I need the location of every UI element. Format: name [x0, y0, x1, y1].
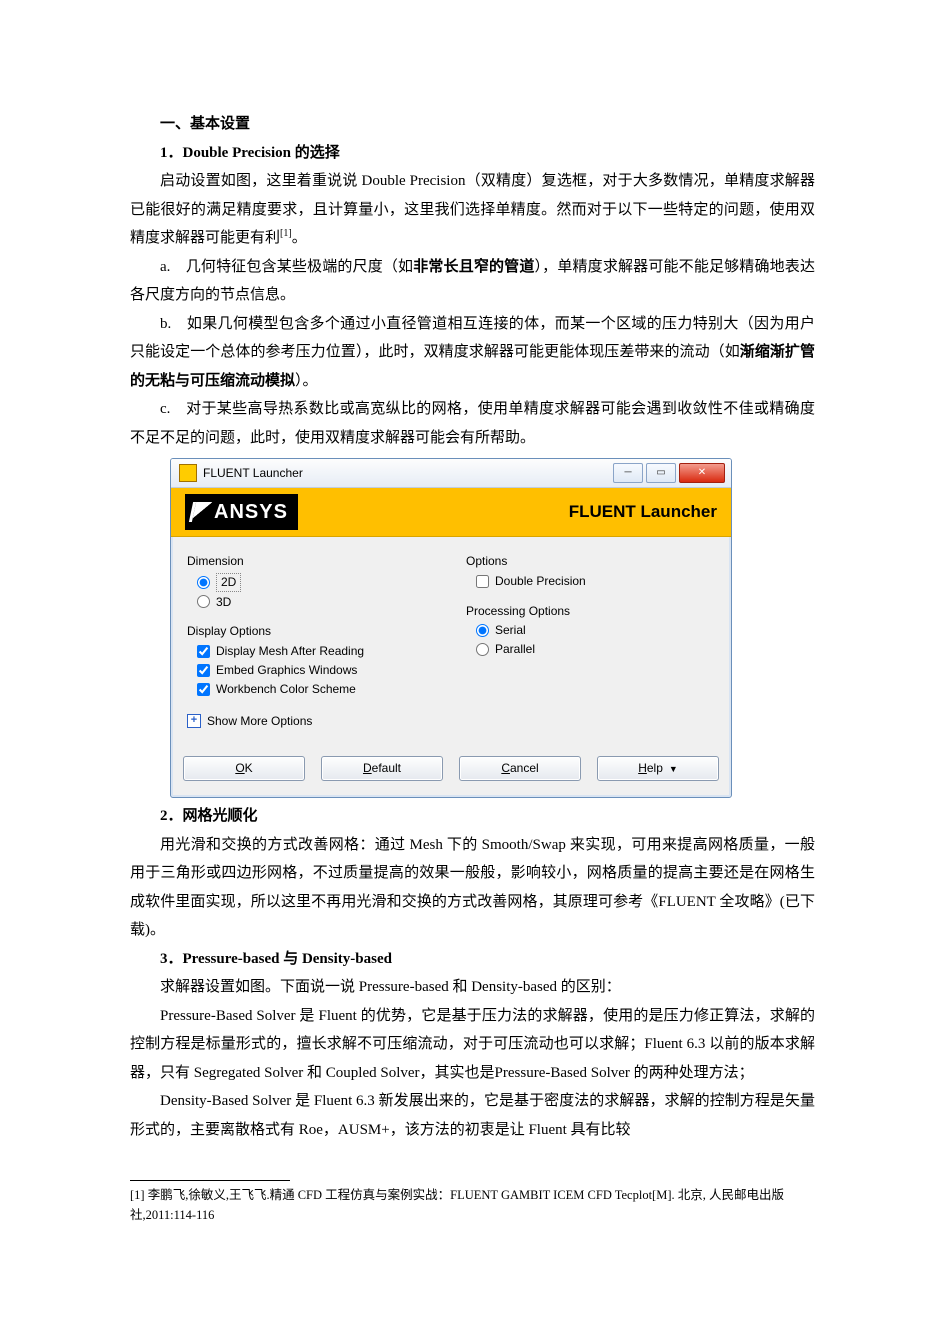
maximize-button[interactable]: ▭ [646, 463, 676, 483]
paragraph-a: a. 几何特征包含某些极端的尺度（如非常长且窄的管道），单精度求解器可能不能足够… [130, 253, 815, 310]
radio-2d[interactable] [197, 576, 210, 589]
checkbox-display-mesh[interactable] [197, 645, 210, 658]
ok-mnemonic: O [235, 761, 244, 775]
radio-2d-label: 2D [216, 573, 241, 592]
text: 。 [292, 230, 307, 246]
checkbox-workbench-color-label: Workbench Color Scheme [216, 681, 356, 698]
default-button[interactable]: Default [321, 756, 443, 781]
text: 启动设置如图，这里着重说说 Double Precision（双精度）复选框，对… [130, 173, 815, 246]
cancel-mnemonic: C [501, 761, 510, 775]
radio-parallel-label: Parallel [495, 641, 535, 658]
default-mnemonic: D [363, 761, 372, 775]
radio-parallel[interactable] [476, 643, 489, 656]
radio-3d-label: 3D [216, 594, 231, 611]
text: ）。 [295, 373, 318, 389]
app-icon [179, 464, 197, 482]
radio-serial-label: Serial [495, 622, 526, 639]
paragraph: Density-Based Solver 是 Fluent 6.3 新发展出来的… [130, 1087, 815, 1144]
close-button[interactable]: ✕ [679, 463, 725, 483]
show-more-options[interactable]: + Show More Options [171, 707, 731, 738]
bold-text: 非常长且窄的管道 [413, 259, 534, 275]
ok-button[interactable]: OK [183, 756, 305, 781]
radio-3d[interactable] [197, 595, 210, 608]
banner: ANSYS FLUENT Launcher [171, 488, 731, 537]
help-rest: elp [647, 761, 663, 775]
options-label: Options [466, 553, 715, 570]
default-rest: efault [372, 761, 401, 775]
processing-options-label: Processing Options [466, 603, 715, 620]
paragraph-c: c. 对于某些高导热系数比或高宽纵比的网格，使用单精度求解器可能会遇到收敛性不佳… [130, 395, 815, 452]
banner-title: FLUENT Launcher [569, 500, 717, 524]
fluent-launcher-window: FLUENT Launcher ─ ▭ ✕ ANSYS FLUENT Launc… [170, 458, 732, 798]
subheading-3: 3．Pressure-based 与 Density-based [130, 945, 815, 974]
subheading-2: 2．网格光顺化 [130, 802, 815, 831]
checkbox-display-mesh-label: Display Mesh After Reading [216, 643, 364, 660]
paragraph-b: b. 如果几何模型包含多个通过小直径管道相互连接的体，而某一个区域的压力特别大（… [130, 310, 815, 396]
checkbox-embed-graphics[interactable] [197, 664, 210, 677]
footnote-ref: [1] [280, 228, 292, 239]
dimension-label: Dimension [187, 553, 436, 570]
paragraph: 用光滑和交换的方式改善网格：通过 Mesh 下的 Smooth/Swap 来实现… [130, 831, 815, 945]
paragraph: Pressure-Based Solver 是 Fluent 的优势，它是基于压… [130, 1002, 815, 1088]
paragraph: 求解器设置如图。下面说一说 Pressure-based 和 Density-b… [130, 973, 815, 1002]
help-mnemonic: H [638, 761, 647, 775]
minimize-button[interactable]: ─ [613, 463, 643, 483]
checkbox-double-precision[interactable] [476, 575, 489, 588]
cancel-rest: ancel [510, 761, 539, 775]
help-button[interactable]: Help ▼ [597, 756, 719, 781]
chevron-down-icon: ▼ [669, 764, 678, 774]
checkbox-workbench-color[interactable] [197, 683, 210, 696]
section-heading-1: 一、基本设置 [130, 110, 815, 139]
window-title: FLUENT Launcher [203, 465, 303, 482]
plus-icon: + [187, 714, 201, 728]
cancel-button[interactable]: Cancel [459, 756, 581, 781]
display-options-label: Display Options [187, 623, 436, 640]
titlebar: FLUENT Launcher ─ ▭ ✕ [171, 459, 731, 488]
ansys-swoosh-icon [189, 502, 212, 522]
ansys-logo: ANSYS [185, 494, 298, 530]
subheading-1: 1．Double Precision 的选择 [130, 139, 815, 168]
ok-rest: K [245, 761, 253, 775]
logo-text: ANSYS [214, 498, 288, 526]
text: a. 几何特征包含某些极端的尺度（如 [160, 259, 413, 275]
radio-serial[interactable] [476, 624, 489, 637]
footnote-separator [130, 1180, 290, 1181]
show-more-label: Show More Options [207, 713, 312, 730]
checkbox-embed-graphics-label: Embed Graphics Windows [216, 662, 357, 679]
checkbox-double-precision-label: Double Precision [495, 573, 586, 590]
footnote: [1] 李鹏飞,徐敏义,王飞飞.精通 CFD 工程仿真与案例实战：FLUENT … [130, 1185, 815, 1225]
text: b. 如果几何模型包含多个通过小直径管道相互连接的体，而某一个区域的压力特别大（… [130, 316, 815, 361]
paragraph: 启动设置如图，这里着重说说 Double Precision（双精度）复选框，对… [130, 167, 815, 253]
